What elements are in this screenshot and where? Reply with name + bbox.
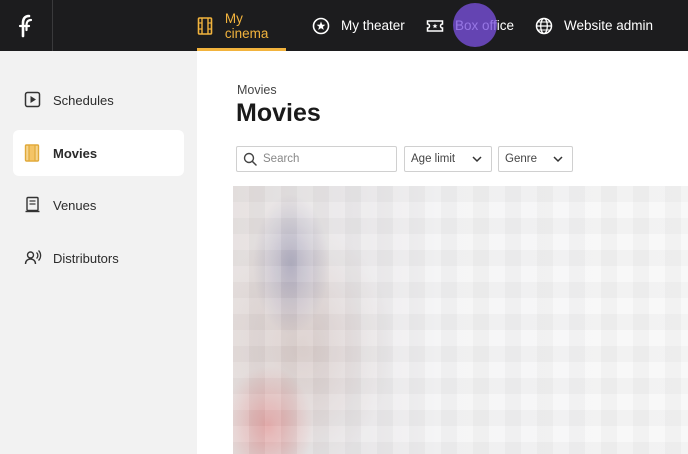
sidebar-item-label: Schedules xyxy=(53,92,114,108)
film-icon xyxy=(197,16,214,35)
app-logo[interactable] xyxy=(0,0,53,51)
globe-icon xyxy=(535,17,553,35)
sidebar-item-movies[interactable]: Movies xyxy=(13,130,184,176)
top-navigation-bar: My cinema My theater Box office Website … xyxy=(0,0,688,51)
building-icon xyxy=(24,196,42,214)
sidebar-item-schedules[interactable]: Schedules xyxy=(13,77,184,123)
page-title: Movies xyxy=(236,99,321,127)
pixelated-overlay xyxy=(233,186,688,454)
genre-dropdown[interactable]: Genre xyxy=(498,146,573,172)
search-icon xyxy=(243,152,257,166)
nav-box-office[interactable]: Box office xyxy=(426,0,514,51)
user-broadcast-icon xyxy=(24,249,42,267)
main-content: Movies Movies Age limit Genre xyxy=(197,51,688,454)
logo-icon xyxy=(18,14,33,37)
sidebar-item-label: Movies xyxy=(53,145,98,161)
nav-website-admin[interactable]: Website admin xyxy=(535,0,653,51)
nav-label: My theater xyxy=(341,18,405,33)
chevron-down-icon xyxy=(553,156,563,163)
chevron-down-icon xyxy=(472,156,482,163)
star-circle-icon xyxy=(312,17,330,35)
sidebar-item-label: Distributors xyxy=(53,250,119,266)
nav-label: Website admin xyxy=(564,18,654,33)
dropdown-label: Age limit xyxy=(411,153,456,165)
sidebar: Schedules Movies Venues Distributors xyxy=(0,51,197,454)
dropdown-label: Genre xyxy=(505,153,537,165)
sidebar-item-venues[interactable]: Venues xyxy=(13,182,184,228)
ticket-icon xyxy=(426,17,444,35)
nav-label: My cinema xyxy=(224,10,269,41)
age-limit-dropdown[interactable]: Age limit xyxy=(404,146,492,172)
nav-my-cinema[interactable]: My cinema xyxy=(197,0,286,51)
breadcrumb[interactable]: Movies xyxy=(237,83,277,97)
search-input[interactable] xyxy=(263,153,393,165)
sidebar-item-distributors[interactable]: Distributors xyxy=(13,235,184,281)
play-square-icon xyxy=(24,91,42,109)
nav-label: Box office xyxy=(455,18,515,33)
film-icon xyxy=(24,144,42,162)
nav-my-theater[interactable]: My theater xyxy=(312,0,405,51)
movie-poster-image[interactable] xyxy=(233,186,688,454)
search-box[interactable] xyxy=(236,146,397,172)
sidebar-item-label: Venues xyxy=(53,197,97,213)
